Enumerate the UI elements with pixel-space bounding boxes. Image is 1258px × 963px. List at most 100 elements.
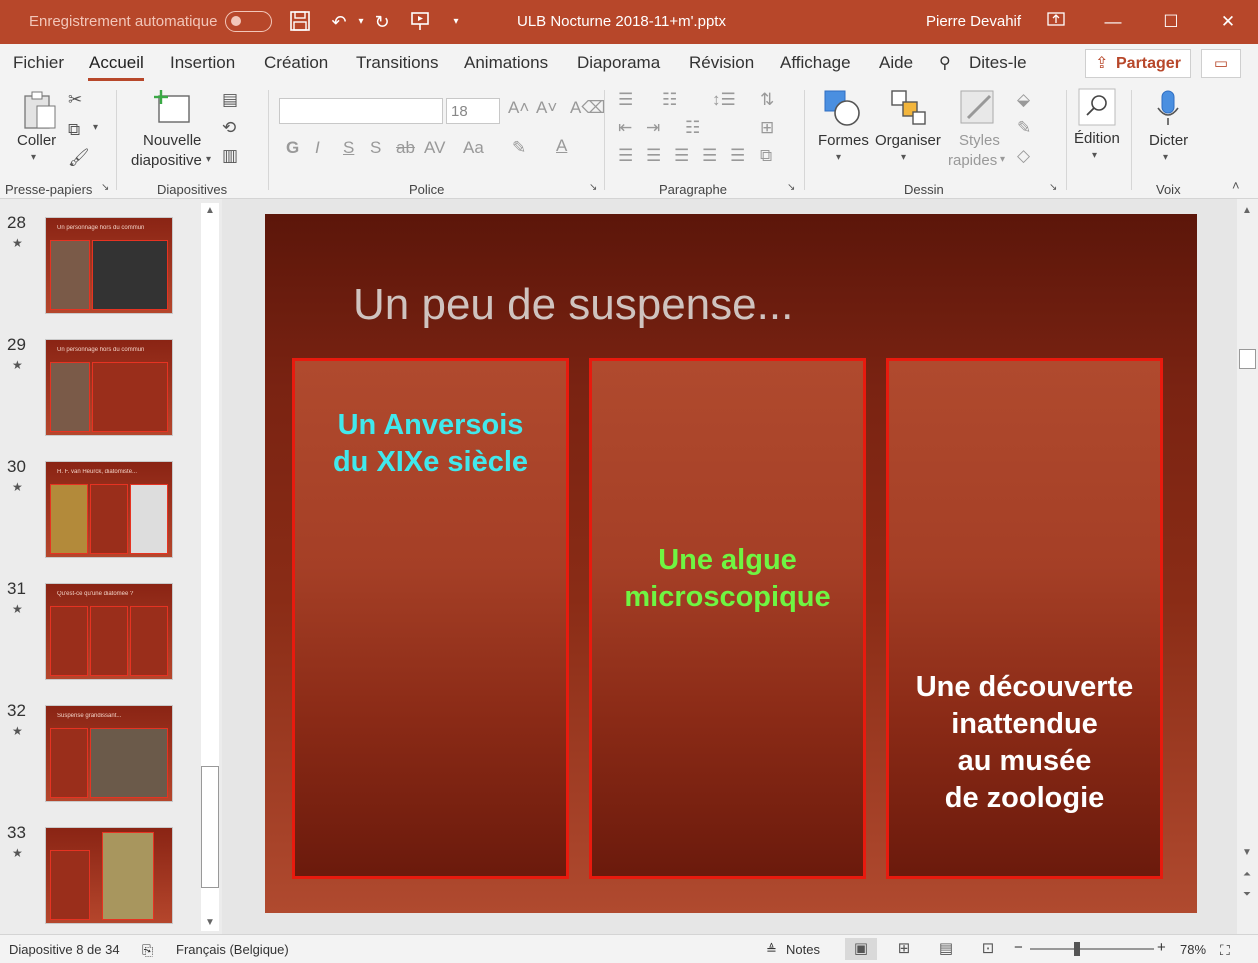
char-spacing-icon[interactable]: AV	[424, 138, 445, 158]
distribute-icon[interactable]: ☰	[730, 146, 745, 166]
columns-icon[interactable]: ☷	[685, 118, 700, 138]
numbering-icon[interactable]: ☷	[662, 90, 677, 110]
language-indicator[interactable]: Français (Belgique)	[176, 942, 289, 957]
increase-indent-icon[interactable]: ⇥	[646, 118, 660, 138]
bullets-icon[interactable]: ☰	[618, 90, 633, 110]
highlight-icon[interactable]: ✎	[512, 138, 526, 158]
format-painter-icon[interactable]: 🖌	[68, 148, 90, 168]
slide-thumbnail-31[interactable]: Qu'est-ce qu'une diatomée ?	[45, 583, 173, 680]
align-right-icon[interactable]: ☰	[674, 146, 689, 166]
tab-diaporama[interactable]: Diaporama	[577, 53, 660, 73]
editor-scroll-thumb[interactable]	[1239, 349, 1256, 369]
justify-icon[interactable]: ☰	[702, 146, 717, 166]
autosave-toggle[interactable]	[225, 11, 272, 32]
normal-view-icon[interactable]: ▣	[845, 938, 877, 960]
slideshow-view-icon[interactable]: ⊡	[972, 938, 1004, 960]
tab-creation[interactable]: Création	[264, 53, 328, 73]
slide-thumbnail-32[interactable]: Suspense grandissant...	[45, 705, 173, 802]
find-icon[interactable]	[1078, 88, 1116, 131]
user-name[interactable]: Pierre Devahif	[926, 13, 1021, 30]
arrange-label[interactable]: Organiser	[875, 132, 941, 149]
slide-panel-2[interactable]: Une algue microscopique	[589, 358, 866, 879]
current-slide[interactable]: Un peu de suspense... Un Anversois du XI…	[265, 214, 1197, 913]
quick-styles-label-2[interactable]: rapides	[948, 152, 997, 169]
previous-slide-icon[interactable]: ⏶	[1239, 869, 1255, 880]
slide-thumbnail-29[interactable]: Un personnage hors du commun	[45, 339, 173, 436]
collapse-ribbon-icon[interactable]: ˄	[1232, 178, 1240, 193]
reading-view-icon[interactable]: ▤	[930, 938, 962, 960]
editing-dropdown-icon[interactable]: ▾	[1092, 150, 1097, 161]
slide-panel-3[interactable]: Une découverte inattendue au musée de zo…	[886, 358, 1163, 879]
font-name-input[interactable]	[279, 98, 443, 124]
underline-icon[interactable]: S	[343, 138, 354, 158]
tell-me-input[interactable]: Dites-le	[969, 53, 1027, 73]
new-slide-icon[interactable]	[150, 88, 194, 133]
microphone-icon[interactable]	[1154, 88, 1182, 133]
spellcheck-icon[interactable]: ⎘	[142, 942, 153, 959]
align-left-icon[interactable]: ☰	[618, 146, 633, 166]
tab-fichier[interactable]: Fichier	[13, 53, 64, 73]
font-size-input[interactable]: 18	[446, 98, 500, 124]
dictate-dropdown-icon[interactable]: ▾	[1163, 152, 1168, 163]
zoom-in-icon[interactable]: +	[1157, 939, 1166, 956]
copy-dropdown-icon[interactable]: ▾	[93, 122, 98, 133]
decrease-font-icon[interactable]: A˅	[536, 98, 557, 118]
close-icon[interactable]: ✕	[1213, 8, 1243, 36]
fit-slide-icon[interactable]: ⛶	[1220, 942, 1230, 959]
shadow-icon[interactable]: S	[370, 138, 381, 158]
clipboard-launcher-icon[interactable]: ↘	[101, 182, 109, 193]
drawing-launcher-icon[interactable]: ↘	[1049, 182, 1057, 193]
font-launcher-icon[interactable]: ↘	[589, 182, 597, 193]
slide-panel-1[interactable]: Un Anversois du XIXe siècle	[292, 358, 569, 879]
zoom-slider[interactable]	[1030, 948, 1154, 950]
paste-label[interactable]: Coller	[17, 132, 56, 149]
notes-button[interactable]: Notes	[786, 942, 820, 957]
clear-formatting-icon[interactable]: A⌫	[570, 98, 605, 118]
tab-animations[interactable]: Animations	[464, 53, 548, 73]
paragraph-launcher-icon[interactable]: ↘	[787, 182, 795, 193]
change-case-icon[interactable]: Aa	[463, 138, 484, 158]
tab-insertion[interactable]: Insertion	[170, 53, 235, 73]
ribbon-display-icon[interactable]	[1041, 8, 1071, 36]
save-icon[interactable]	[288, 10, 312, 34]
undo-icon[interactable]: ↶	[327, 10, 351, 34]
paste-icon[interactable]	[20, 88, 60, 137]
paste-dropdown-icon[interactable]: ▾	[31, 152, 36, 163]
thumbnails-scroll-thumb[interactable]	[201, 766, 219, 888]
start-slideshow-icon[interactable]	[408, 10, 432, 34]
editor-scrollbar[interactable]: ▲ ▼ ⏶ ⏷	[1237, 199, 1258, 934]
maximize-icon[interactable]: ☐	[1156, 8, 1186, 36]
new-slide-dropdown-icon[interactable]: ▾	[206, 154, 211, 165]
shape-effects-icon[interactable]: ◇	[1017, 146, 1030, 166]
quick-styles-label-1[interactable]: Styles	[959, 132, 1000, 149]
quick-styles-dropdown-icon[interactable]: ▾	[1000, 154, 1005, 165]
slide-thumbnail-28[interactable]: Un personnage hors du commun	[45, 217, 173, 314]
slide-thumbnail-30[interactable]: H. F. van Heurck, diatomiste...	[45, 461, 173, 558]
quick-styles-icon[interactable]	[958, 88, 998, 133]
customize-qat-icon[interactable]: ▾	[444, 10, 468, 34]
scroll-down-icon[interactable]: ▼	[1239, 847, 1255, 858]
arrange-icon[interactable]	[888, 88, 928, 133]
share-button[interactable]: ⇪ Partager	[1085, 49, 1191, 78]
cut-icon[interactable]: ✂	[68, 90, 82, 110]
section-icon[interactable]: ▥	[222, 146, 238, 166]
editing-label[interactable]: Édition	[1074, 130, 1120, 147]
search-icon[interactable]: ⚲	[939, 53, 951, 73]
bold-icon[interactable]: G	[286, 138, 299, 158]
scroll-up-icon[interactable]: ▲	[1239, 205, 1255, 216]
new-slide-label-1[interactable]: Nouvelle	[143, 132, 201, 149]
scroll-down-icon[interactable]: ▼	[202, 917, 218, 928]
zoom-slider-thumb[interactable]	[1074, 942, 1080, 956]
zoom-level[interactable]: 78%	[1180, 942, 1206, 957]
redo-icon[interactable]: ↻	[370, 10, 394, 34]
tab-affichage[interactable]: Affichage	[780, 53, 851, 73]
smartart-icon[interactable]: ⧉	[760, 146, 772, 166]
notes-icon[interactable]: ≜	[766, 942, 777, 958]
reset-icon[interactable]: ⟲	[222, 118, 236, 138]
font-color-icon[interactable]: A	[556, 136, 567, 156]
align-center-icon[interactable]: ☰	[646, 146, 661, 166]
layout-icon[interactable]: ▤	[222, 90, 238, 110]
tab-revision[interactable]: Révision	[689, 53, 754, 73]
arrange-dropdown-icon[interactable]: ▾	[901, 152, 906, 163]
italic-icon[interactable]: I	[315, 138, 320, 158]
